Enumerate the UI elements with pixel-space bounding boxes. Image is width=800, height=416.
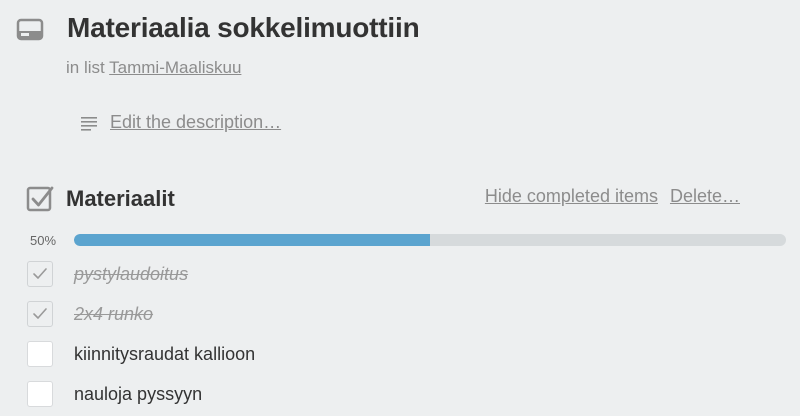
checkmark-icon xyxy=(33,268,47,279)
checklist-item: nauloja pyssyyn xyxy=(27,379,202,409)
list-name-link[interactable]: Tammi-Maaliskuu xyxy=(109,58,241,77)
hide-completed-items-link[interactable]: Hide completed items xyxy=(485,186,658,207)
delete-checklist-link[interactable]: Delete… xyxy=(670,186,740,207)
checklist-actions: Hide completed items Delete… xyxy=(485,186,740,207)
checklist-icon xyxy=(26,186,54,212)
edit-description-link[interactable]: Edit the description… xyxy=(110,112,281,133)
checklist-item: 2x4 runko xyxy=(27,299,153,329)
checklist-title: Materiaalit xyxy=(66,186,175,211)
progress-percent: 50% xyxy=(30,233,57,248)
checkmark-icon xyxy=(33,308,47,319)
item-text[interactable]: kiinnitysraudat kallioon xyxy=(74,344,255,365)
description-lines-icon xyxy=(81,116,97,131)
item-checkbox[interactable] xyxy=(27,261,53,287)
item-checkbox[interactable] xyxy=(27,341,53,367)
checklist-item: pystylaudoitus xyxy=(27,259,188,289)
progress-bar xyxy=(74,234,786,246)
item-checkbox[interactable] xyxy=(27,381,53,407)
checklist-item: kiinnitysraudat kallioon xyxy=(27,339,255,369)
item-text[interactable]: nauloja pyssyyn xyxy=(74,384,202,405)
item-text[interactable]: pystylaudoitus xyxy=(74,264,188,285)
item-text[interactable]: 2x4 runko xyxy=(74,304,153,325)
item-checkbox[interactable] xyxy=(27,301,53,327)
card-title: Materiaalia sokkelimuottiin xyxy=(67,12,420,43)
edit-description-button[interactable]: Edit the description… xyxy=(80,112,281,133)
in-list-prefix: in list xyxy=(66,58,105,77)
in-list-line: in list Tammi-Maaliskuu xyxy=(66,58,241,78)
card-icon xyxy=(16,18,44,41)
progress-bar-fill xyxy=(74,234,430,246)
